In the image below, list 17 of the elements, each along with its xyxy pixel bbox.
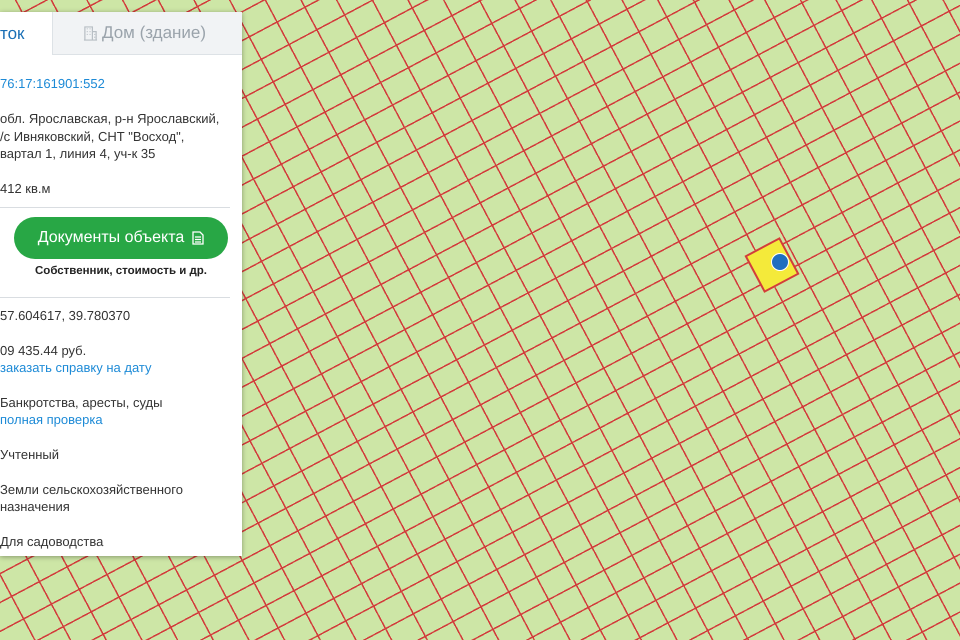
detail-text: 57.604617, 39.780370 [0, 306, 132, 324]
cadastral-number-link[interactable]: 76:17:161901:552 [0, 75, 230, 92]
tab[interactable]: ток [0, 12, 52, 55]
detail-text: Учтенный [0, 446, 60, 462]
tab[interactable]: Дом (здание) [52, 12, 242, 55]
address-text: обл. Ярославская, р-н Ярославский, /с Ивняковский, СНТ "Восход", вартал 1, линия 4, уч-к 35 [0, 110, 220, 162]
document-icon [192, 230, 204, 244]
building-icon [83, 26, 98, 40]
detail-text: Земли сельскохозяйственного назначения [0, 480, 184, 514]
area-text: 412 кв.м [0, 180, 52, 196]
detail-link[interactable]: полная проверка [0, 410, 230, 428]
detail-text: 09 435.44 руб. [0, 342, 88, 358]
documents-button[interactable]: Документы объекта [14, 216, 228, 258]
detail-text: Для садоводства [0, 532, 104, 550]
detail-text: Банкротства, аресты, суды [0, 394, 164, 410]
caption-text: Собственник, стоимость и др. [34, 264, 207, 276]
detail-link[interactable]: заказать справку на дату [0, 358, 230, 376]
